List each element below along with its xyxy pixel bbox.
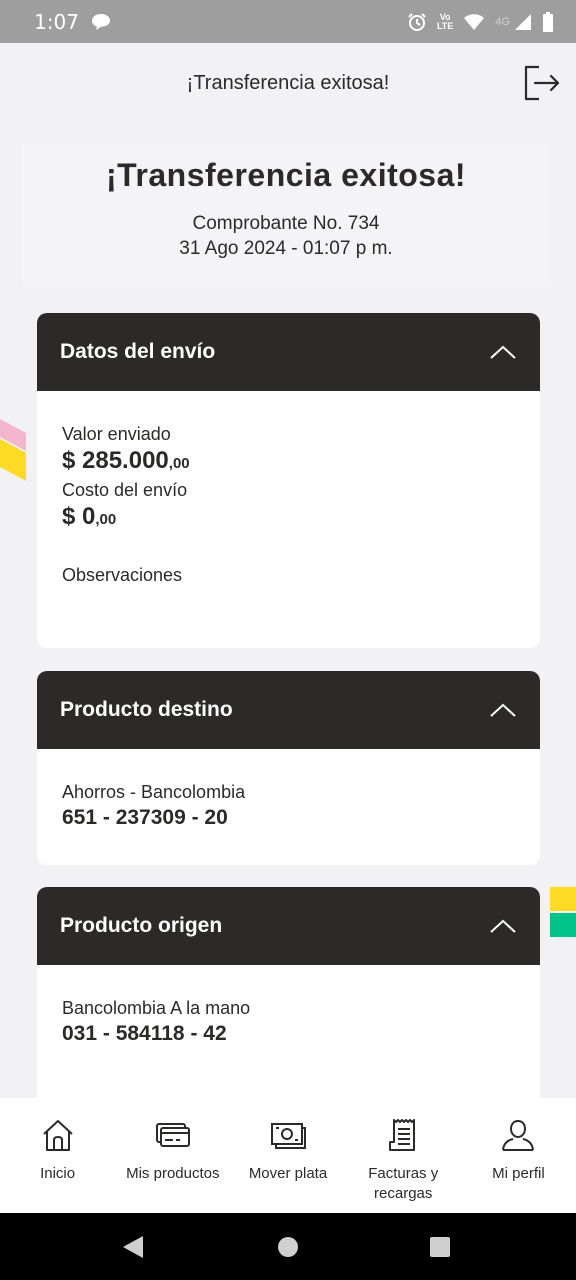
system-navigation-bar [0,1213,576,1280]
origin-account-type: Bancolombia A la mano [62,998,251,1018]
back-icon[interactable] [122,1235,144,1259]
decoration-stripes-right [550,887,576,937]
send-details-body: Valor enviado $ 285.000,00 Costo del env… [37,391,540,648]
logout-icon[interactable] [522,63,562,103]
origin-body: Bancolombia A la mano 031 - 584118 - 42 [37,965,540,1098]
network-type: 4G [495,15,510,28]
nav-item-facturas[interactable]: Facturas y recargas [346,1098,461,1213]
receipt-content[interactable]: ¡Transferencia exitosa! Comprobante No. … [0,123,576,1098]
nav-label: Mi perfil [492,1165,545,1182]
origin-account-number: 031 - 584118 - 42 [62,1022,227,1045]
money-icon [271,1123,306,1149]
battery-icon [543,11,553,32]
sent-amount-main: $ 285.000 [62,447,169,474]
receipt-datetime: 31 Ago 2024 - 01:07 p m. [179,238,393,259]
notes-label: Observaciones [62,565,183,585]
sent-amount-cents: ,00 [168,455,190,472]
wifi-icon [464,13,485,30]
origin-header[interactable]: Producto origen [37,887,540,965]
cost-amount: $ 0,00 [62,503,116,531]
destination-card: Producto destino Ahorros - Bancolombia 6… [37,671,540,865]
send-details-title: Datos del envío [60,340,216,363]
send-details-header[interactable]: Datos del envío [37,313,540,391]
nav-label: Mis productos [126,1165,220,1182]
destination-body: Ahorros - Bancolombia 651 - 237309 - 20 [37,749,540,865]
nav-item-mi-perfil[interactable]: Mi perfil [461,1098,576,1213]
card-icon [155,1123,190,1147]
destination-header[interactable]: Producto destino [37,671,540,749]
nav-item-mis-productos[interactable]: Mis productos [115,1098,230,1213]
receipt-number: Comprobante No. 734 [192,213,380,234]
header-title: ¡Transferencia exitosa! [186,71,390,94]
nav-item-mover-plata[interactable]: Mover plata [230,1098,345,1213]
home-icon [42,1120,73,1151]
destination-account-number: 651 - 237309 - 20 [62,806,228,829]
decoration-stripes-left [0,419,26,481]
sent-value-label: Valor enviado [62,424,171,444]
summary-card: ¡Transferencia exitosa! Comprobante No. … [22,145,550,285]
chevron-up-icon[interactable] [489,344,517,360]
volte-bottom: LTE [436,20,454,31]
chat-bubble-icon [91,13,110,30]
origin-card: Producto origen Bancolombia A la mano 03… [37,887,540,1098]
home-circle-icon[interactable] [277,1236,299,1258]
user-icon [502,1119,535,1151]
nav-label: Mover plata [248,1165,328,1182]
sent-value-amount: $ 285.000,00 [62,447,190,475]
cost-amount-cents: ,00 [95,511,117,528]
nav-label: Inicio [40,1165,76,1182]
app-header: ¡Transferencia exitosa! [0,43,576,123]
status-bar: 1:07 Vo LTE 4G [0,0,576,43]
cost-amount-main: $ 0 [62,503,96,530]
nav-label: Facturas y recargas [368,1165,439,1202]
chevron-up-icon[interactable] [489,918,517,934]
destination-title: Producto destino [60,698,233,721]
status-time: 1:07 [34,9,79,34]
nav-item-inicio[interactable]: Inicio [0,1098,115,1213]
origin-title: Producto origen [60,914,223,937]
bottom-navigation: Inicio Mis productos Mover plata Factura… [0,1098,576,1213]
alarm-icon [408,12,426,31]
status-icons: Vo LTE 4G [407,11,554,32]
success-title: ¡Transferencia exitosa! [105,157,467,193]
destination-account-type: Ahorros - Bancolombia [62,782,246,802]
chevron-up-icon[interactable] [489,702,517,718]
signal-icon [515,13,531,30]
cost-label: Costo del envío [62,480,188,500]
recents-icon[interactable] [429,1236,451,1258]
volte-icon: Vo LTE [436,12,454,31]
bill-icon [389,1119,416,1151]
send-details-card: Datos del envío Valor enviado $ 285.000,… [37,313,540,648]
